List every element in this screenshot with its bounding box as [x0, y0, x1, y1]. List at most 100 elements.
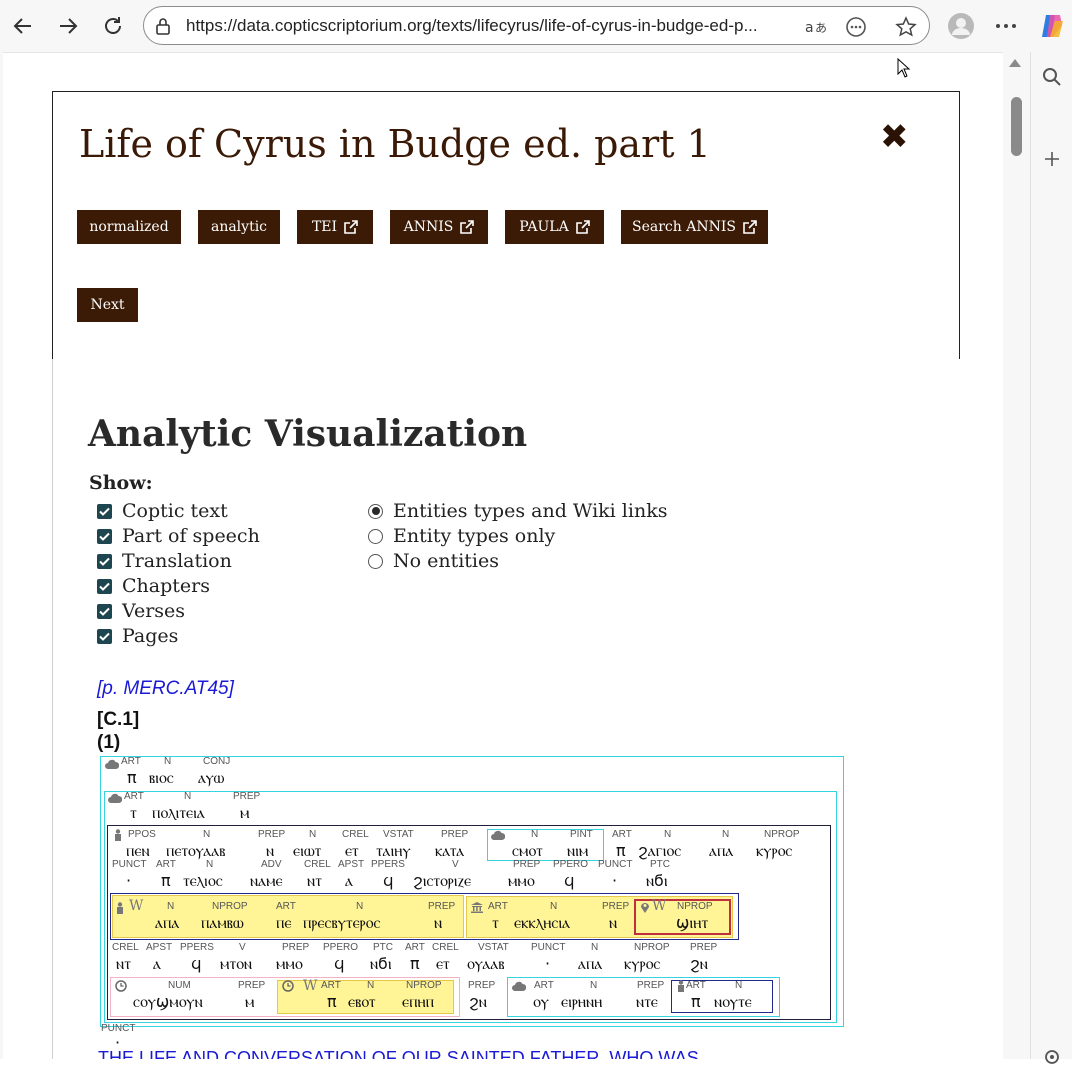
pos-tag: CREL [432, 942, 459, 953]
close-icon[interactable]: ✖ [880, 119, 909, 155]
add-icon[interactable] [1040, 147, 1064, 171]
radio-no-entities[interactable]: No entities [368, 550, 499, 572]
abstract-cloud-icon [108, 793, 122, 803]
pos-tag: PUNCT [598, 859, 633, 870]
scroll-thumb[interactable] [1011, 97, 1022, 156]
pos-tag: PREP [690, 942, 718, 953]
coptic-token: · [545, 954, 551, 973]
coptic-token: ⲛ [434, 913, 443, 932]
wikipedia-icon[interactable]: W [303, 978, 317, 994]
radio-entity-types-only[interactable]: Entity types only [368, 525, 555, 547]
checkbox-label: Part of speech [122, 525, 260, 547]
analytic-button[interactable]: analytic [198, 210, 280, 244]
external-link-icon [344, 220, 358, 234]
checkbox-verses[interactable]: Verses [97, 600, 185, 622]
coptic-token: ⲉⲃⲟⲧ [348, 992, 376, 1011]
organization-building-icon [471, 902, 483, 913]
profile-avatar[interactable] [945, 10, 977, 42]
coptic-token: ⲛ [609, 913, 618, 932]
page-title: Life of Cyrus in Budge ed. part 1 [79, 122, 711, 166]
coptic-token: ⲉⲕⲕⲗⲏⲥⲓⲁ [514, 913, 571, 932]
wikipedia-icon[interactable]: W [652, 898, 666, 914]
radio-unselected-icon[interactable] [368, 553, 383, 569]
coptic-token: π [410, 954, 420, 973]
pos-tag: ART [124, 791, 144, 802]
radio-entities-types-and-wiki[interactable]: Entities types and Wiki links [368, 500, 667, 522]
radio-unselected-icon[interactable] [368, 528, 383, 544]
back-icon[interactable] [6, 9, 40, 43]
search-annis-button[interactable]: Search ANNIS [621, 210, 768, 244]
coptic-token: ⲃⲓⲟⲥ [149, 768, 174, 787]
coptic-token: ⲙⲙⲟ [508, 871, 535, 890]
scrollbar-track[interactable] [1003, 52, 1030, 1059]
checkbox-checked-icon[interactable] [97, 603, 112, 619]
external-link-icon [743, 220, 757, 234]
checkbox-coptic-text[interactable]: Coptic text [97, 500, 228, 522]
settings-icon[interactable] [1040, 1045, 1064, 1069]
checkbox-part-of-speech[interactable]: Part of speech [97, 525, 260, 547]
checkbox-chapters[interactable]: Chapters [97, 575, 210, 597]
checkbox-label: Verses [122, 600, 186, 622]
coptic-token: ⲁ [345, 871, 353, 890]
translation-text: THE LIFE AND CONVERSATION OF OUR SAINTED… [98, 1050, 699, 1059]
pos-tag: ART [276, 901, 296, 912]
pos-tag: N [531, 829, 539, 840]
coptic-token: ⲧ [492, 913, 499, 932]
radio-label: Entity types only [393, 525, 556, 547]
pos-tag: PUNCT [112, 859, 147, 870]
coptic-token: ⲕⲩⲣⲟⲥ [756, 841, 793, 860]
button-label: ANNIS [403, 219, 454, 235]
time-clock-icon [115, 980, 127, 992]
tei-button[interactable]: TEI [297, 210, 373, 244]
favorite-star-icon[interactable] [894, 15, 918, 39]
checkbox-translation[interactable]: Translation [97, 550, 232, 572]
checkbox-checked-icon[interactable] [97, 503, 112, 519]
coptic-token: π [127, 768, 137, 787]
url-text[interactable]: https://data.copticscriptorium.org/texts… [186, 16, 758, 36]
coptic-token: · [126, 871, 132, 890]
read-aloud-icon[interactable]: aあ [804, 15, 828, 39]
page-reference-link[interactable]: [p. MERC.AT45] [97, 678, 234, 700]
pos-tag: PPERS [180, 942, 214, 953]
coptic-token: ⲁⲡⲁ [155, 913, 180, 932]
checkbox-pages[interactable]: Pages [97, 625, 178, 647]
pos-tag: CREL [304, 859, 331, 870]
search-icon[interactable] [1040, 65, 1064, 89]
coptic-token: ⲥⲟⲩϣⲙⲟⲩⲛ [133, 992, 203, 1011]
pos-tag: N [356, 901, 364, 912]
normalized-button[interactable]: normalized [77, 210, 181, 244]
coptic-token: π [616, 841, 626, 860]
next-button[interactable]: Next [77, 288, 138, 322]
checkbox-checked-icon[interactable] [97, 578, 112, 594]
wikipedia-icon[interactable]: W [129, 898, 143, 914]
coptic-token: ⲟⲩ [533, 992, 549, 1011]
paula-button[interactable]: PAULA [505, 210, 604, 244]
forward-icon[interactable] [51, 9, 85, 43]
copilot-icon[interactable] [1036, 10, 1068, 42]
more-options-icon[interactable] [844, 15, 868, 39]
coptic-token: ⲉⲧ [345, 841, 359, 860]
scroll-up-arrow-icon[interactable] [1009, 59, 1021, 67]
address-bar[interactable]: https://data.copticscriptorium.org/texts… [143, 6, 930, 45]
pos-tag: V [452, 859, 459, 870]
pos-tag: ART [612, 829, 632, 840]
annis-button[interactable]: ANNIS [390, 210, 488, 244]
menu-dots-icon[interactable] [990, 10, 1022, 42]
coptic-token: ⲡⲉⲛ [126, 841, 150, 860]
pos-tag: N [309, 829, 317, 840]
coptic-token: π [161, 871, 171, 890]
checkbox-label: Coptic text [122, 500, 228, 522]
lock-icon[interactable] [153, 16, 173, 36]
coptic-token: ⲡⲉⲧⲟⲩⲁⲁⲃ [166, 841, 226, 860]
coptic-token: ⲡⲣⲉⲥⲃⲩⲧⲉⲣⲟⲥ [303, 913, 381, 932]
pos-tag: ART [321, 980, 341, 991]
checkbox-checked-icon[interactable] [97, 628, 112, 644]
coptic-token: ⲙ [245, 992, 255, 1011]
refresh-icon[interactable] [96, 9, 130, 43]
checkbox-checked-icon[interactable] [97, 553, 112, 569]
coptic-token: ⲙⲙⲟ [276, 954, 303, 973]
checkbox-checked-icon[interactable] [97, 528, 112, 544]
checkbox-label: Pages [122, 625, 179, 647]
pos-tag: N [591, 942, 599, 953]
radio-selected-icon[interactable] [368, 503, 383, 519]
